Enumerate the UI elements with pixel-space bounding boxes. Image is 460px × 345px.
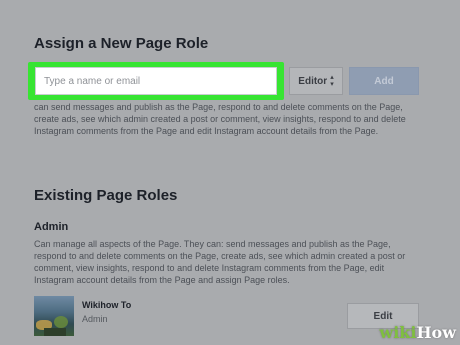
watermark-wiki: wiki — [379, 323, 417, 342]
member-role: Admin — [82, 314, 108, 324]
admin-role-heading: Admin — [34, 221, 69, 233]
member-name[interactable]: Wikihow To — [82, 300, 131, 310]
role-select-value: Editor — [298, 75, 328, 87]
editor-role-description: can send messages and publish as the Pag… — [34, 102, 406, 136]
existing-roles-title: Existing Page Roles — [34, 187, 178, 204]
input-highlight — [28, 62, 284, 100]
wikihow-watermark: wikiHow — [379, 323, 456, 342]
add-button[interactable]: Add — [349, 67, 419, 95]
name-or-email-input[interactable] — [35, 67, 277, 95]
page-roles-panel: Assign a New Page Role Editor ▴▾ Add can… — [0, 0, 460, 345]
assign-role-title: Assign a New Page Role — [34, 35, 209, 52]
up-down-arrows-icon: ▴ ▾ — [330, 74, 334, 88]
watermark-how: How — [416, 323, 456, 342]
role-select[interactable]: Editor ▴ ▾ — [289, 67, 343, 95]
admin-role-description: Can manage all aspects of the Page. They… — [34, 239, 406, 285]
avatar — [34, 296, 74, 336]
